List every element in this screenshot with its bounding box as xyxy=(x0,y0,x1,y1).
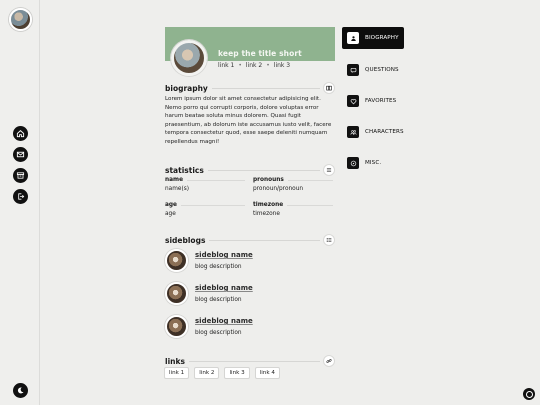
nav-characters[interactable]: CHARACTERS xyxy=(342,121,404,143)
list-item: sideblog name blog description xyxy=(165,315,335,339)
stat-value: pronoun/pronoun xyxy=(253,186,304,192)
stat-timezone: timezone timezone xyxy=(253,202,333,217)
section-title: links xyxy=(165,356,185,366)
biography-header: biography xyxy=(165,82,335,94)
separator-dot: • xyxy=(238,62,242,69)
links-header: links xyxy=(165,355,335,367)
bullet-list-icon[interactable] xyxy=(323,234,335,246)
sideblog-link[interactable]: sideblog name xyxy=(195,251,253,259)
divider xyxy=(207,169,320,171)
nav-label: QUESTIONS xyxy=(365,67,399,73)
mail-icon[interactable] xyxy=(13,147,28,162)
nav-favorites[interactable]: FAVORITES xyxy=(342,90,404,112)
sideblogs-header: sideblogs xyxy=(165,234,335,246)
user-icon xyxy=(347,32,359,44)
link-icon[interactable] xyxy=(323,355,335,367)
home-icon[interactable] xyxy=(13,126,28,141)
link-pill[interactable]: link 4 xyxy=(254,367,280,379)
header-link-1[interactable]: link 1 xyxy=(218,62,234,69)
avatar[interactable] xyxy=(165,249,188,272)
sideblog-link[interactable]: sideblog name xyxy=(195,317,253,325)
stat-pronouns: pronouns pronoun/pronoun xyxy=(253,177,333,192)
sideblog-description: blog description xyxy=(195,330,242,336)
stat-label: age xyxy=(165,202,177,208)
avatar[interactable] xyxy=(165,315,188,338)
nav-label: CHARACTERS xyxy=(365,129,404,135)
nav-label: FAVORITES xyxy=(365,98,397,104)
list-item: sideblog name blog description xyxy=(165,249,335,273)
divider xyxy=(209,239,320,241)
sideblog-description: blog description xyxy=(195,264,242,270)
stat-value: name(s) xyxy=(165,186,189,192)
links-row: link 1 link 2 link 3 link 4 xyxy=(164,367,280,379)
nav-biography[interactable]: BIOGRAPHY xyxy=(342,27,404,49)
archive-icon[interactable] xyxy=(13,168,28,183)
page-title: keep the title short xyxy=(218,49,302,58)
stat-value: timezone xyxy=(253,211,280,217)
header-link-3[interactable]: link 3 xyxy=(274,62,290,69)
stat-label: pronouns xyxy=(253,177,284,183)
link-pill[interactable]: link 1 xyxy=(164,367,190,379)
stat-name: name name(s) xyxy=(165,177,245,192)
avatar[interactable] xyxy=(9,8,32,31)
list-icon[interactable] xyxy=(323,164,335,176)
biography-text: Lorem ipsum dolor sit amet consectetur a… xyxy=(165,96,332,145)
stat-value: age xyxy=(165,211,176,217)
stat-label: timezone xyxy=(253,202,284,208)
nav-label: MISC. xyxy=(365,160,382,166)
stat-label: name xyxy=(165,177,184,183)
nav-misc[interactable]: MISC. xyxy=(342,152,404,174)
sideblog-link[interactable]: sideblog name xyxy=(195,284,253,292)
link-pill[interactable]: link 2 xyxy=(194,367,220,379)
nav-label: BIOGRAPHY xyxy=(365,35,399,41)
compass-icon xyxy=(347,157,359,169)
users-icon xyxy=(347,126,359,138)
moon-icon[interactable] xyxy=(13,383,28,398)
logout-icon[interactable] xyxy=(13,189,28,204)
section-title: sideblogs xyxy=(165,235,206,245)
heart-icon xyxy=(347,95,359,107)
divider xyxy=(211,87,320,89)
avatar[interactable] xyxy=(165,282,188,305)
nav-questions[interactable]: QUESTIONS xyxy=(342,59,404,81)
section-title: statistics xyxy=(165,165,204,175)
divider xyxy=(188,360,320,362)
header-link-2[interactable]: link 2 xyxy=(246,62,262,69)
section-title: biography xyxy=(165,83,208,93)
sideblog-description: blog description xyxy=(195,297,242,303)
chat-icon xyxy=(347,64,359,76)
left-rail xyxy=(0,0,40,405)
book-icon[interactable] xyxy=(323,82,335,94)
stat-age: age age xyxy=(165,202,245,217)
list-item: sideblog name blog description xyxy=(165,282,335,306)
settings-icon[interactable] xyxy=(523,388,535,400)
separator-dot: • xyxy=(266,62,270,69)
statistics-header: statistics xyxy=(165,164,335,176)
link-pill[interactable]: link 3 xyxy=(224,367,250,379)
profile-avatar xyxy=(171,40,207,76)
header-links: link 1 • link 2 • link 3 xyxy=(218,62,290,69)
